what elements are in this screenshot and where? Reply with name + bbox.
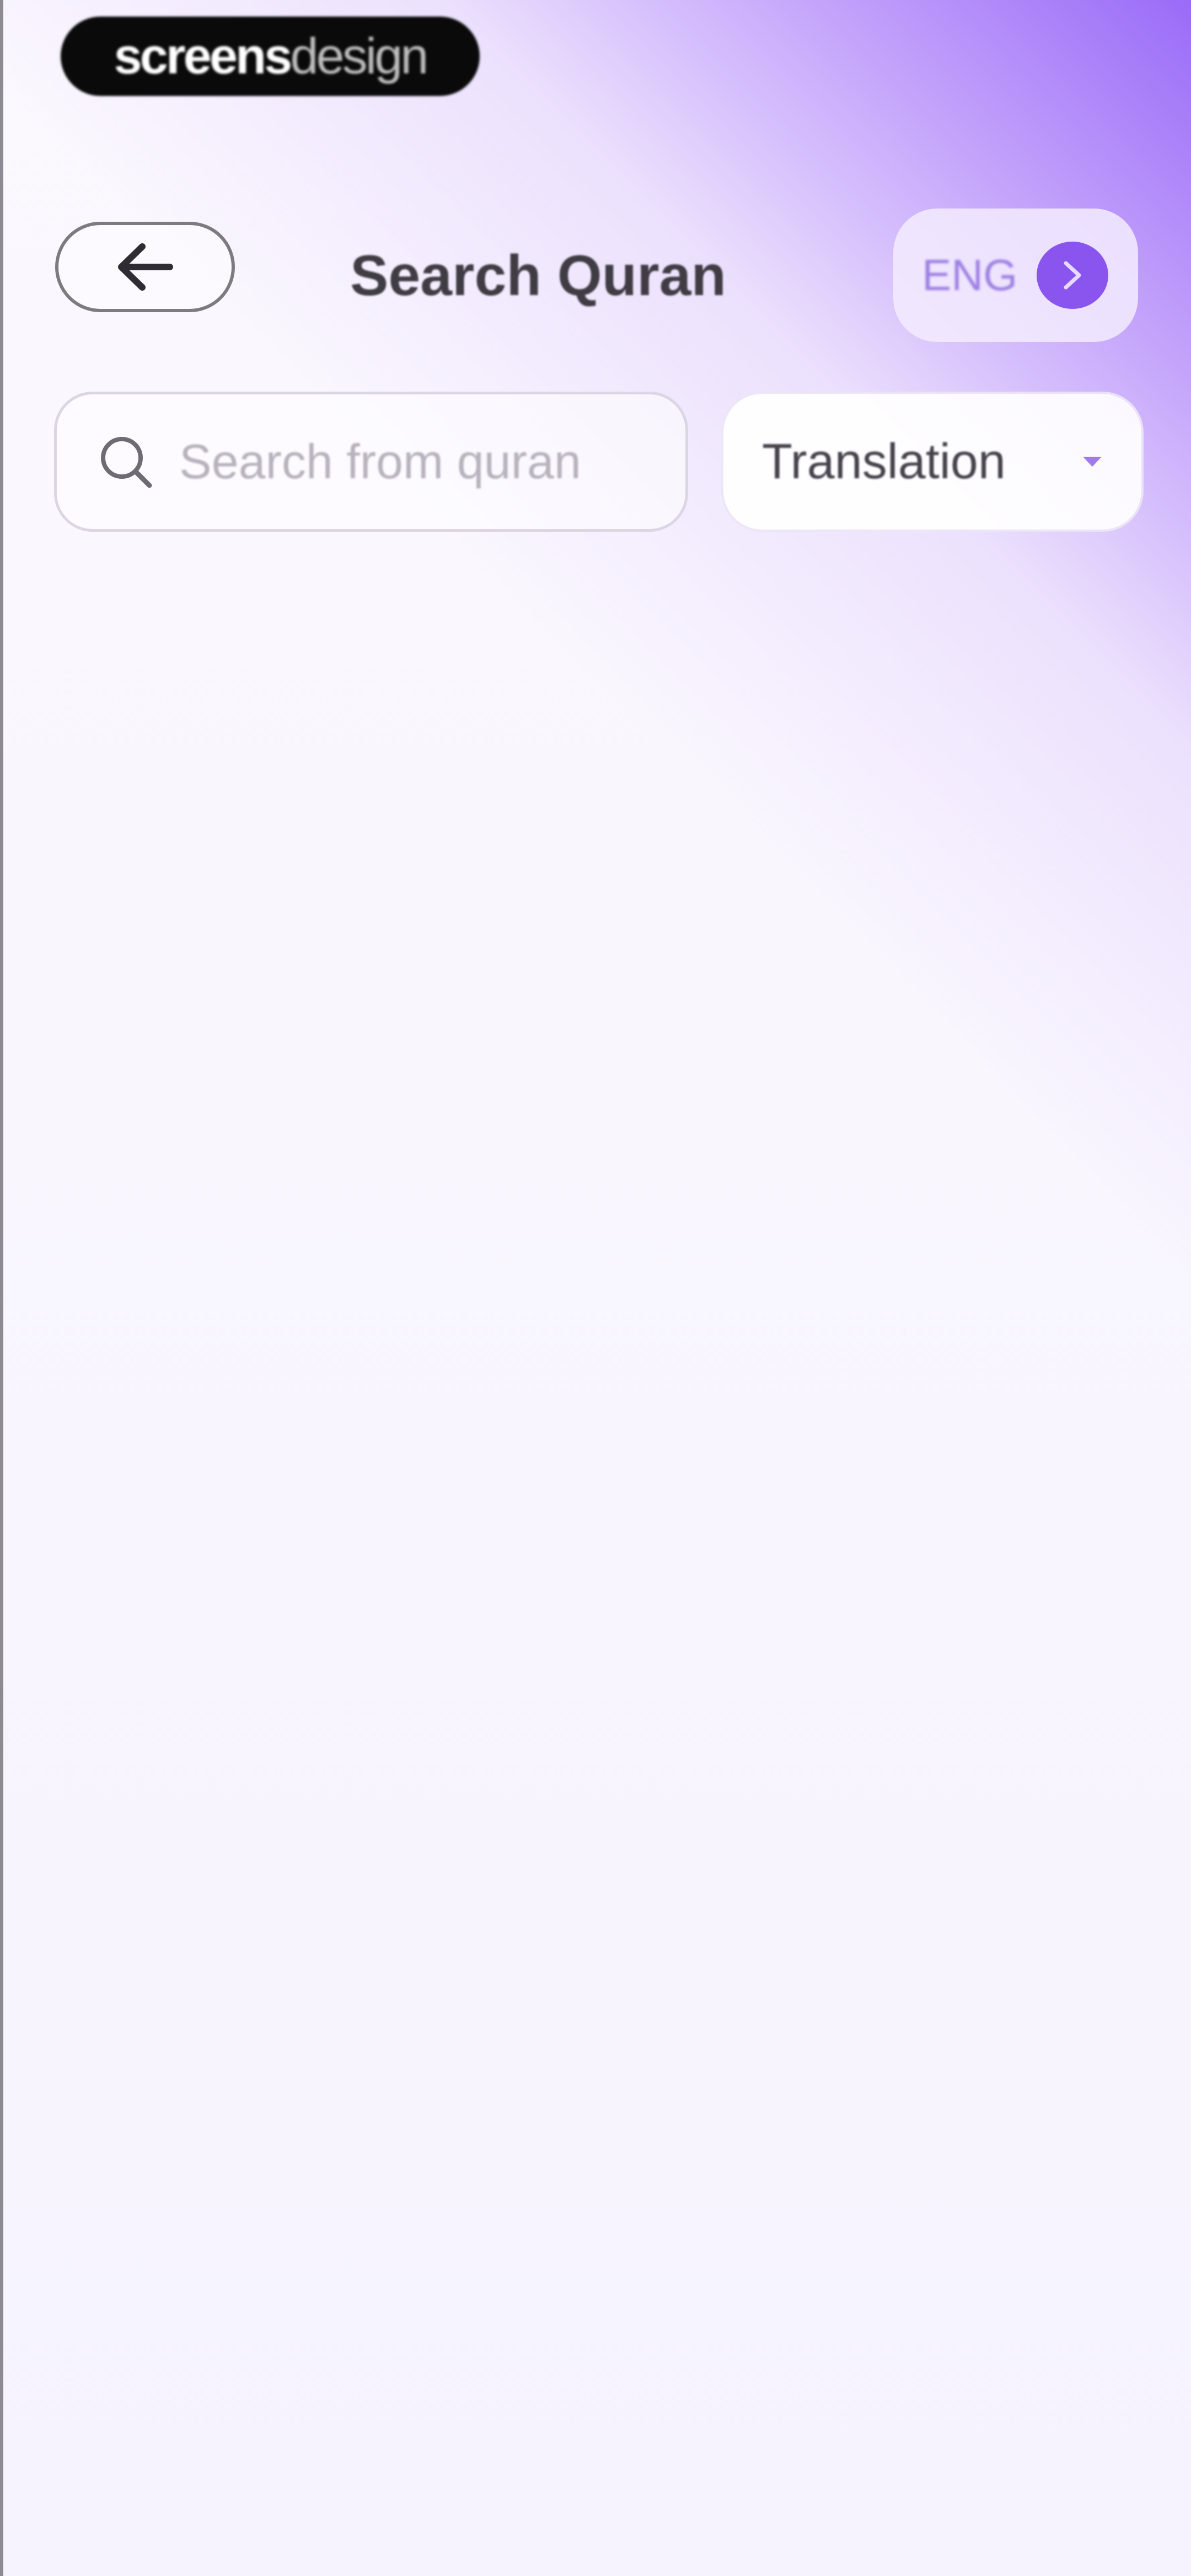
watermark-part-1: screens [114,28,293,84]
watermark-part-2: design [290,28,428,84]
language-next-button[interactable] [1037,242,1108,309]
screensdesign-watermark: screens design [61,17,480,96]
language-switch-button[interactable]: ENG [893,209,1138,342]
translation-filter-dropdown[interactable]: Translation [723,394,1141,530]
filter-selected-label: Translation [762,434,1006,489]
search-input[interactable] [178,433,666,490]
page-title: Search Quran [350,244,727,308]
chevron-down-icon [1083,457,1102,467]
search-icon [101,437,152,488]
back-button[interactable] [55,222,235,312]
search-quran-screen: screensdesign Search Quran ENG Translati… [0,0,1191,2576]
search-field[interactable] [54,392,688,532]
chevron-right-icon [1064,261,1081,290]
language-label: ENG [922,250,1018,300]
arrow-left-icon [118,243,173,291]
